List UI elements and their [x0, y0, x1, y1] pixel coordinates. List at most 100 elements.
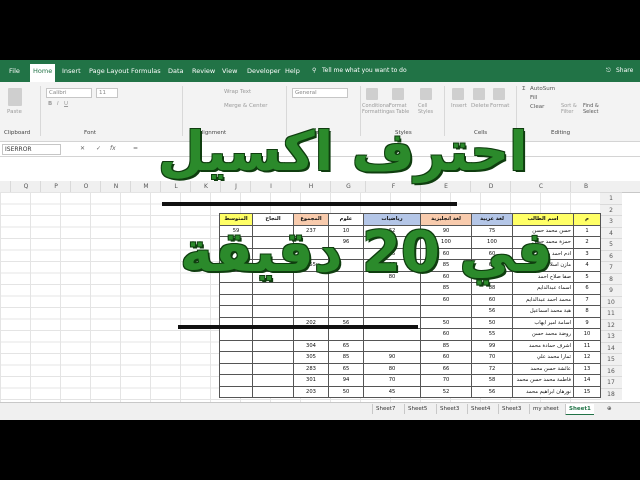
cell-number[interactable]: 10 [573, 328, 601, 341]
enter-icon[interactable]: ✓ [96, 145, 101, 152]
cell-english[interactable]: 66 [420, 362, 472, 375]
cell-student-name[interactable]: محمد احمد عبدالدايم [512, 293, 574, 306]
tab-view[interactable]: View [219, 64, 240, 78]
formula-input[interactable]: = [133, 145, 138, 152]
cell-arabic[interactable]: 60 [471, 293, 513, 306]
cell-total[interactable] [293, 305, 329, 318]
cell-number[interactable]: 11 [573, 339, 601, 352]
cell-student-name[interactable]: اشرف حمادة محمد [512, 339, 574, 352]
cell-pass[interactable] [252, 328, 294, 341]
cell-english[interactable]: 52 [420, 385, 472, 398]
cell-pass[interactable] [252, 351, 294, 364]
cell-pass[interactable] [252, 293, 294, 306]
tab-data[interactable]: Data [165, 64, 187, 78]
cell-number[interactable]: 9 [573, 316, 601, 329]
cell-english[interactable] [420, 305, 472, 318]
insert-cells-icon[interactable] [452, 88, 464, 100]
cell-pass[interactable] [252, 385, 294, 398]
cell-arabic[interactable]: 99 [471, 339, 513, 352]
cell-pass[interactable] [252, 305, 294, 318]
sheet-tab[interactable]: Sheet5 [404, 404, 430, 414]
cell-student-name[interactable]: نورهان ابراهيم محمد [512, 385, 574, 398]
cell-number[interactable]: 4 [573, 259, 601, 272]
cell-number[interactable]: 7 [573, 293, 601, 306]
cell-average[interactable] [219, 385, 253, 398]
cell-science[interactable]: 94 [328, 374, 364, 387]
cell-number[interactable]: 5 [573, 270, 601, 283]
merge-center-button[interactable]: Merge & Center [224, 103, 267, 109]
cell-pass[interactable] [252, 374, 294, 387]
cell-arabic[interactable]: 58 [471, 374, 513, 387]
underline-icon[interactable]: U [64, 101, 68, 107]
cell-total[interactable] [293, 328, 329, 341]
cell-arabic[interactable]: 72 [471, 362, 513, 375]
column-header[interactable]: N [100, 181, 131, 192]
cell-average[interactable] [219, 374, 253, 387]
cell-student-name[interactable]: هبة محمد اسماعيل [512, 305, 574, 318]
cell-math[interactable] [363, 293, 421, 306]
cell-total[interactable]: 301 [293, 374, 329, 387]
tab-insert[interactable]: Insert [59, 64, 84, 78]
cell-number[interactable]: 13 [573, 362, 601, 375]
cancel-icon[interactable]: ✕ [80, 145, 85, 152]
font-name-select[interactable]: Calibri [46, 88, 92, 98]
cell-science[interactable]: 85 [328, 351, 364, 364]
cell-student-name[interactable]: ثمارا محمد علي [512, 351, 574, 364]
cell-average[interactable] [219, 305, 253, 318]
tab-file[interactable]: File [6, 64, 23, 78]
cell-science[interactable] [328, 293, 364, 306]
sheet-tab[interactable]: Sheet3 [436, 404, 462, 414]
share-button[interactable]: Share [616, 67, 633, 74]
cell-student-name[interactable]: روضة محمد حسن [512, 328, 574, 341]
italic-icon[interactable]: I [57, 101, 59, 107]
delete-cells-icon[interactable] [473, 88, 485, 100]
bold-icon[interactable]: B [48, 101, 52, 107]
cell-number[interactable]: 3 [573, 247, 601, 260]
sheet-tab[interactable]: Sheet3 [498, 404, 524, 414]
font-size-select[interactable]: 11 [96, 88, 118, 98]
tab-page-layout[interactable]: Page Layout [86, 64, 132, 78]
tab-home[interactable]: Home [30, 64, 56, 82]
autosum-button[interactable]: AutoSum [530, 86, 555, 92]
cell-english[interactable]: 60 [420, 293, 472, 306]
cell-total[interactable]: 305 [293, 351, 329, 364]
cell-total[interactable]: 304 [293, 339, 329, 352]
cell-number[interactable]: 12 [573, 351, 601, 364]
column-header[interactable]: Q [10, 181, 41, 192]
tab-formulas[interactable]: Formulas [128, 64, 164, 78]
cell-styles-icon[interactable] [420, 88, 432, 100]
format-as-table-icon[interactable] [392, 88, 404, 100]
cell-average[interactable] [219, 362, 253, 375]
delete-cells-button[interactable]: Delete [471, 103, 489, 109]
cell-student-name[interactable]: عائشة حسن محمد [512, 362, 574, 375]
cell-pass[interactable] [252, 339, 294, 352]
cell-number[interactable]: 6 [573, 282, 601, 295]
cell-number[interactable]: 2 [573, 236, 601, 249]
column-header[interactable]: P [40, 181, 71, 192]
format-cells-icon[interactable] [493, 88, 505, 100]
cell-total[interactable]: 283 [293, 362, 329, 375]
cell-science[interactable]: 65 [328, 339, 364, 352]
column-header[interactable]: M [130, 181, 161, 192]
find-select-button[interactable]: Find & Select [583, 103, 601, 115]
paste-icon[interactable] [8, 88, 22, 106]
format-cells-button[interactable]: Format [490, 103, 509, 109]
sheet-tab[interactable]: Sheet4 [467, 404, 493, 414]
cell-arabic[interactable]: 56 [471, 385, 513, 398]
cell-arabic[interactable]: 56 [471, 305, 513, 318]
cell-student-name[interactable]: فاطمة محمد حسن محمد [512, 374, 574, 387]
cell-pass[interactable] [252, 362, 294, 375]
column-header[interactable]: B [570, 181, 601, 192]
cell-math[interactable]: 80 [363, 362, 421, 375]
cell-number[interactable]: 14 [573, 374, 601, 387]
tab-help[interactable]: Help [282, 64, 303, 78]
wrap-text-button[interactable]: Wrap Text [224, 89, 251, 95]
tab-review[interactable]: Review [189, 64, 218, 78]
clear-button[interactable]: Clear [530, 104, 544, 110]
cell-math[interactable] [363, 339, 421, 352]
cell-average[interactable] [219, 339, 253, 352]
number-format-select[interactable]: General [292, 88, 348, 98]
cell-number[interactable]: 1 [573, 224, 601, 237]
cell-total[interactable]: 203 [293, 385, 329, 398]
cell-math[interactable]: 45 [363, 385, 421, 398]
